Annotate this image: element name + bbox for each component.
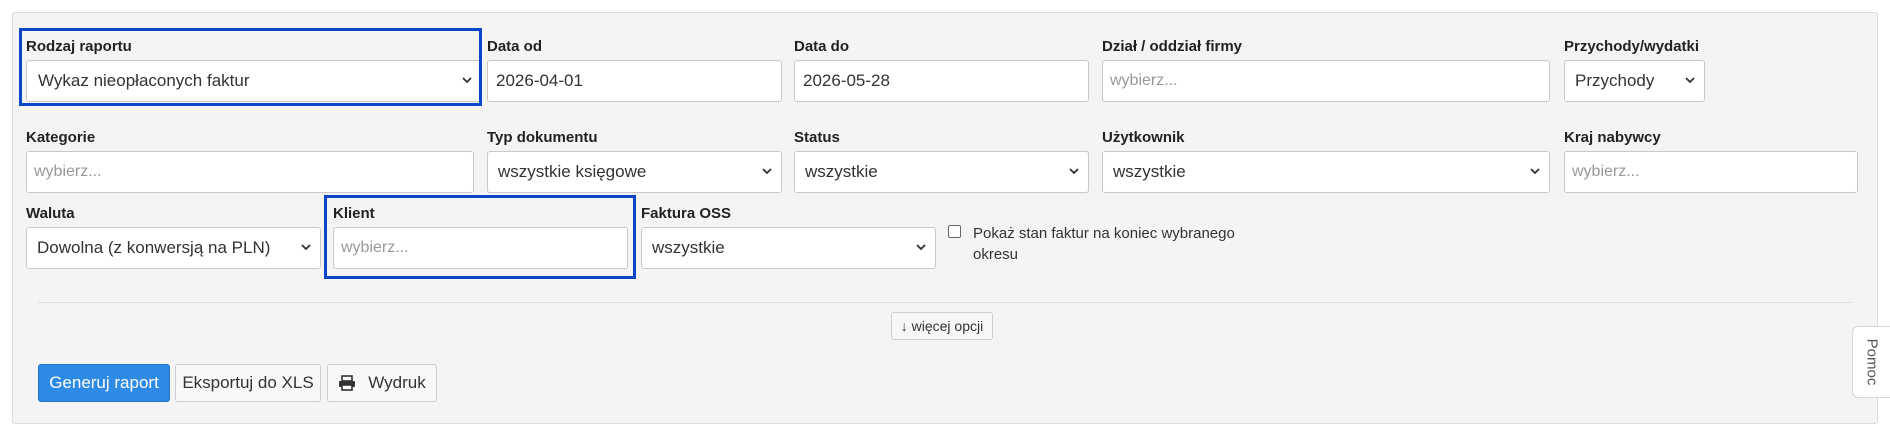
department-placeholder: wybierz... [1110, 72, 1178, 89]
chevron-down-icon [762, 168, 772, 175]
date-from-value: 2026-04-01 [496, 71, 583, 90]
printer-icon [339, 375, 356, 391]
oss-invoice-select[interactable]: wszystkie [641, 227, 936, 269]
user-field: Użytkownik wszystkie [1102, 129, 1550, 193]
client-field: Klient wybierz... [333, 205, 628, 269]
chevron-down-icon [1530, 168, 1540, 175]
currency-select[interactable]: Dowolna (z konwersją na PLN) [26, 227, 321, 269]
department-label: Dział / oddział firmy [1102, 38, 1243, 55]
buyer-country-input[interactable]: wybierz... [1564, 151, 1858, 193]
document-type-label: Typ dokumentu [487, 129, 598, 146]
buyer-country-placeholder: wybierz... [1572, 163, 1640, 180]
print-button[interactable]: Wydruk [327, 364, 437, 402]
date-to-value: 2026-05-28 [803, 71, 890, 90]
oss-invoice-value: wszystkie [652, 238, 725, 257]
income-expense-label: Przychody/wydatki [1564, 38, 1700, 55]
date-to-field: Data do 2026-05-28 [794, 38, 1089, 102]
income-expense-select[interactable]: Przychody [1564, 60, 1705, 102]
help-tab-label: Pomoc [1863, 338, 1880, 386]
status-value: wszystkie [805, 162, 878, 181]
export-xls-button[interactable]: Eksportuj do XLS [175, 364, 321, 402]
date-to-label: Data do [794, 38, 850, 55]
client-input[interactable]: wybierz... [333, 227, 628, 269]
chevron-down-icon [301, 244, 311, 251]
document-type-select[interactable]: wszystkie księgowe [487, 151, 782, 193]
date-to-input[interactable]: 2026-05-28 [794, 60, 1089, 102]
date-from-input[interactable]: 2026-04-01 [487, 60, 782, 102]
client-placeholder: wybierz... [341, 239, 409, 256]
categories-label: Kategorie [26, 129, 96, 146]
categories-placeholder: wybierz... [34, 163, 102, 180]
generate-report-button[interactable]: Generuj raport [38, 364, 170, 402]
status-label: Status [794, 129, 840, 146]
help-tab[interactable]: Pomoc [1852, 326, 1890, 398]
status-field: Status wszystkie [794, 129, 1089, 193]
department-field: Dział / oddział firmy wybierz... [1102, 38, 1550, 102]
report-type-select[interactable]: Wykaz nieopłaconych faktur [26, 60, 482, 102]
end-of-period-checkbox[interactable] [948, 225, 961, 238]
report-type-value: Wykaz nieopłaconych faktur [38, 71, 250, 90]
chevron-down-icon [1069, 168, 1079, 175]
user-value: wszystkie [1113, 162, 1186, 181]
more-options-button[interactable]: ↓ więcej opcji [891, 312, 993, 340]
client-label: Klient [333, 205, 375, 222]
oss-invoice-label: Faktura OSS [641, 205, 732, 222]
currency-field: Waluta Dowolna (z konwersją na PLN) [26, 205, 321, 269]
chevron-down-icon [916, 244, 926, 251]
currency-label: Waluta [26, 205, 75, 222]
user-select[interactable]: wszystkie [1102, 151, 1550, 193]
buyer-country-label: Kraj nabywcy [1564, 129, 1661, 146]
end-of-period-label[interactable]: Pokaż stan faktur na koniec wybranego ok… [973, 223, 1248, 265]
department-input[interactable]: wybierz... [1102, 60, 1550, 102]
document-type-value: wszystkie księgowe [498, 162, 647, 181]
buyer-country-field: Kraj nabywcy wybierz... [1564, 129, 1858, 193]
currency-value: Dowolna (z konwersją na PLN) [37, 238, 271, 257]
income-expense-field: Przychody/wydatki Przychody [1564, 38, 1705, 102]
date-from-field: Data od 2026-04-01 [487, 38, 782, 102]
document-type-field: Typ dokumentu wszystkie księgowe [487, 129, 782, 193]
report-type-label: Rodzaj raportu [26, 38, 132, 55]
categories-field: Kategorie wybierz... [26, 129, 474, 193]
report-type-field: Rodzaj raportu Wykaz nieopłaconych faktu… [26, 38, 482, 102]
categories-input[interactable]: wybierz... [26, 151, 474, 193]
print-button-label: Wydruk [368, 373, 426, 392]
section-divider [38, 302, 1852, 303]
chevron-down-icon [462, 77, 472, 84]
date-from-label: Data od [487, 38, 543, 55]
chevron-down-icon [1685, 77, 1695, 84]
status-select[interactable]: wszystkie [794, 151, 1089, 193]
user-label: Użytkownik [1102, 129, 1185, 146]
oss-invoice-field: Faktura OSS wszystkie [641, 205, 936, 269]
income-expense-value: Przychody [1575, 71, 1655, 90]
